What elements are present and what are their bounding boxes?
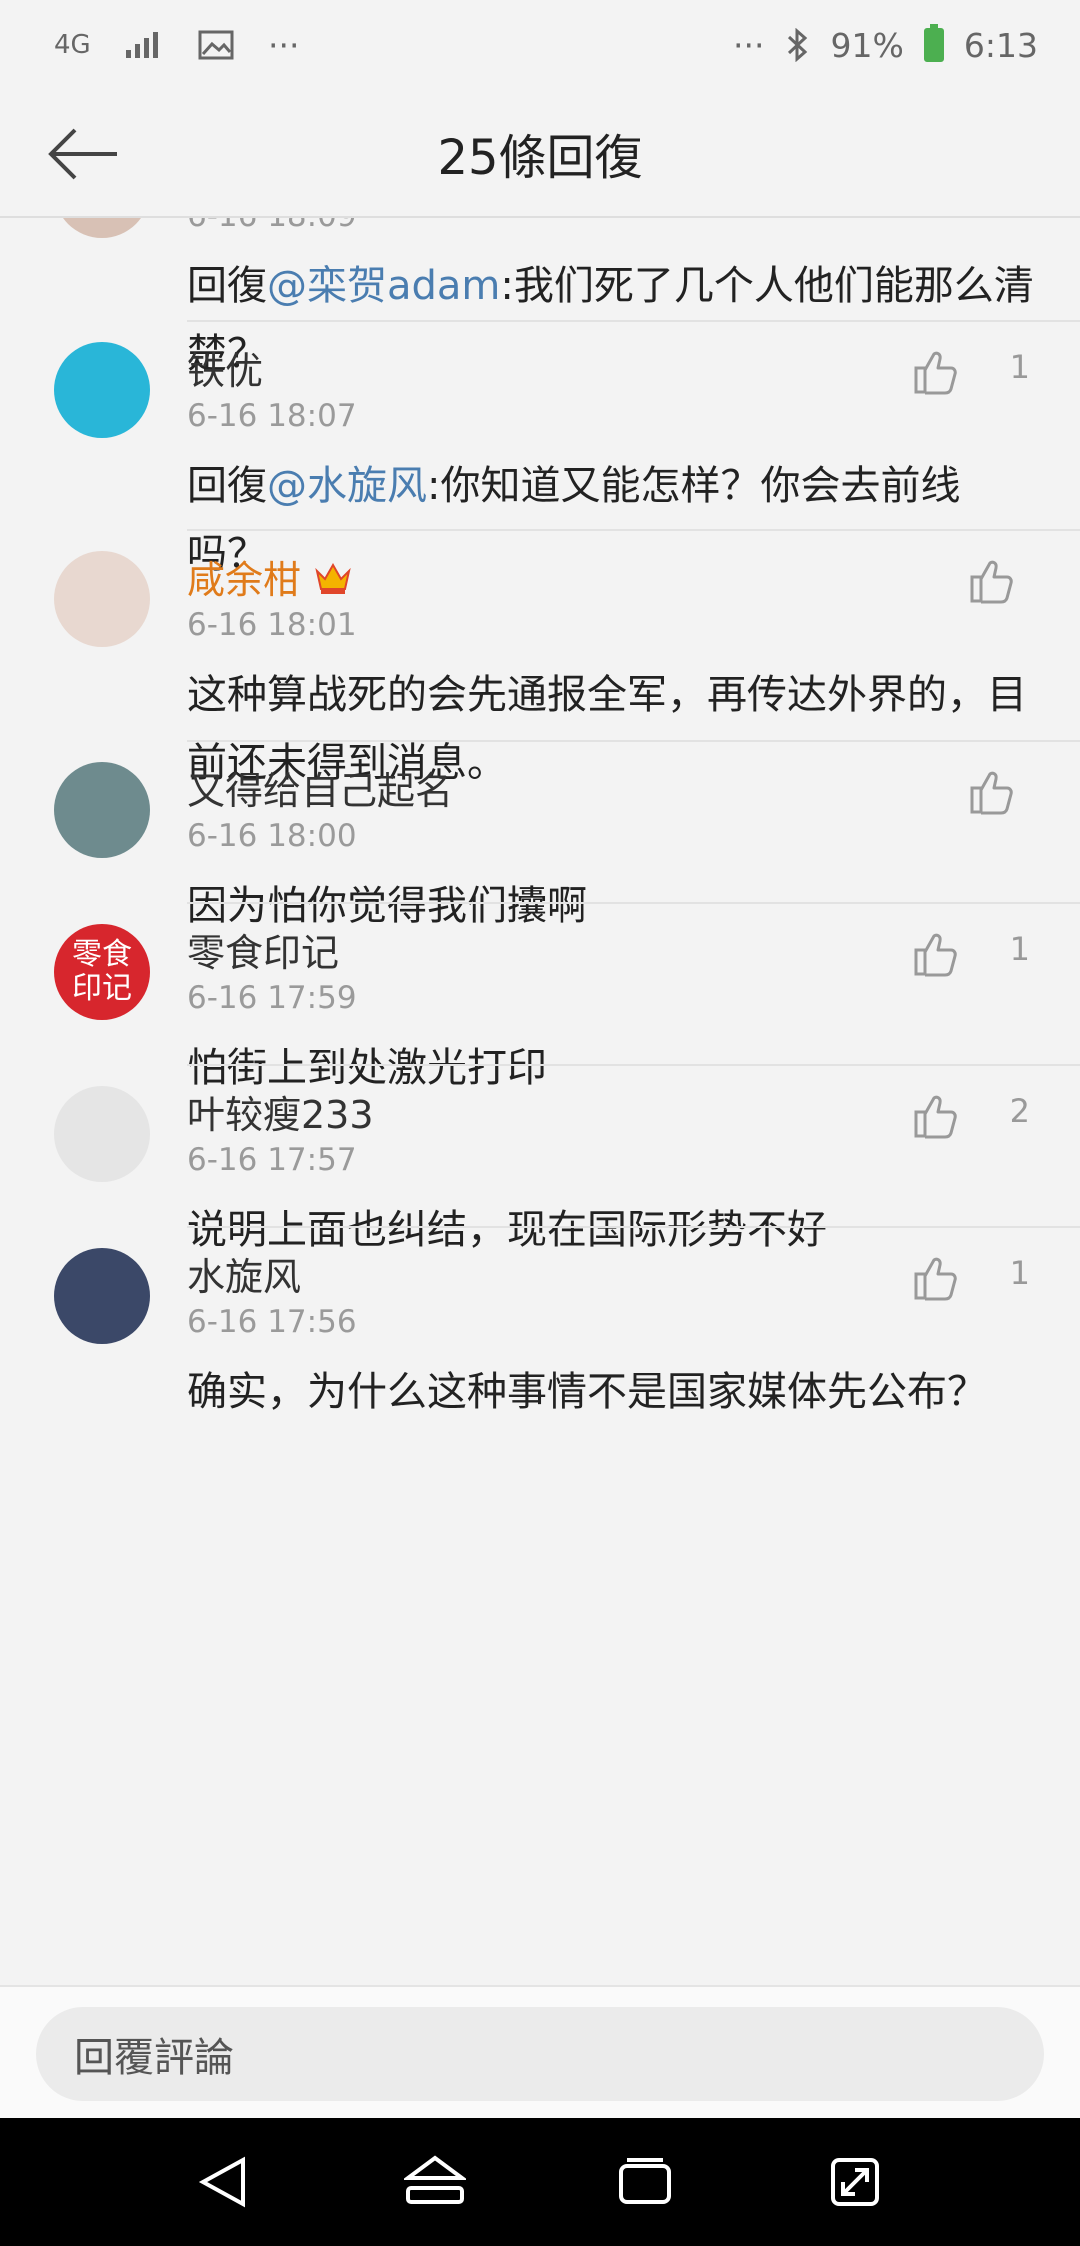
battery-icon — [923, 24, 944, 62]
clock: 6:13 — [963, 25, 1038, 65]
thumbs-up-icon[interactable] — [910, 1090, 962, 1142]
reply-bar: 回覆評論 — [0, 1985, 1080, 2118]
comment-author[interactable]: 零食印记 — [187, 922, 339, 977]
app-header: 25條回復 — [0, 90, 1080, 218]
avatar[interactable] — [54, 342, 150, 438]
comment-item[interactable]: 又得给自己起名 6-16 18:00 因为怕你觉得我们攮啊 — [0, 742, 1080, 929]
nav-back-button[interactable] — [185, 2142, 265, 2222]
like-count: 1 — [1009, 930, 1030, 968]
comment-author[interactable]: 咸余柑 — [187, 549, 353, 604]
status-bar-left: 4G ··· — [54, 26, 299, 65]
nav-home-button[interactable] — [395, 2142, 475, 2222]
comment-time: 6-16 17:59 — [187, 980, 357, 1016]
comment-author[interactable]: 又得给自己起名 — [187, 760, 453, 815]
status-bar-right: ··· 91% 6:13 — [733, 24, 1038, 65]
arrow-left-icon — [48, 128, 117, 180]
comment-item[interactable]: 咸余柑 6-16 18:01 这种算战死的会先通报全军，再传达外界的，目前还未得到… — [0, 531, 1080, 786]
recent-apps-icon — [619, 2158, 671, 2204]
bluetooth-icon — [787, 28, 807, 62]
like-count: 1 — [1009, 1254, 1030, 1292]
comment-time: 6-16 18:00 — [187, 818, 357, 854]
reply-placeholder: 回覆評論 — [74, 2035, 234, 2081]
like-count: 1 — [1009, 348, 1030, 386]
comment-time: 6-16 18:07 — [187, 398, 357, 434]
comment-item[interactable]: 零食 印记 零食印记 6-16 17:59 怕街上到处激光打印 1 — [0, 904, 1080, 1091]
thumbs-up-icon[interactable] — [910, 928, 962, 980]
avatar[interactable] — [54, 551, 150, 647]
expand-icon — [831, 2158, 879, 2206]
battery-percent: 91% — [830, 25, 904, 65]
thumbs-up-icon[interactable] — [910, 1252, 962, 1304]
comment-time: 6-16 17:56 — [187, 1304, 357, 1340]
thumbs-up-icon[interactable] — [910, 346, 962, 398]
thumbs-up-icon[interactable] — [966, 766, 1018, 818]
comment-author[interactable]: 水旋风 — [187, 1246, 301, 1301]
home-icon — [404, 2155, 466, 2204]
comment-time: 6-16 18:09 — [187, 218, 357, 234]
gallery-icon — [198, 30, 234, 60]
comment-item[interactable]: 叶较瘦233 6-16 17:57 说明上面也纠结，现在国际形势不好 2 — [0, 1066, 1080, 1253]
comment-item[interactable]: 铁优 6-16 18:07 回復@水旋风:你知道又能怎样？你会去前线吗？ 1 — [0, 322, 1080, 577]
avatar[interactable] — [54, 218, 150, 238]
reply-prefix: 回復 — [187, 263, 267, 309]
comment-time: 6-16 17:57 — [187, 1142, 357, 1178]
comment-author-label: 叶较瘦233 — [187, 1093, 374, 1137]
comment-text: 确实，为什么这种事情不是国家媒体先公布？ — [187, 1358, 1037, 1426]
comment-item[interactable]: 平步平醒1989166-16 18:09回復@栾贺adam:我们死了几个人他们能… — [0, 218, 1080, 377]
comment-item[interactable]: 水旋风 6-16 17:56 确实，为什么这种事情不是国家媒体先公布？ 1 — [0, 1228, 1080, 1418]
avatar[interactable]: 零食 印记 — [54, 924, 150, 1020]
comment-author-label: 又得给自己起名 — [187, 769, 454, 813]
mention-link[interactable]: @水旋风 — [267, 463, 427, 509]
comment-author-label: 水旋风 — [187, 1255, 302, 1299]
comment-list[interactable]: 平步平醒1989166-16 18:09回復@栾贺adam:我们死了几个人他们能… — [0, 218, 1080, 1985]
system-nav-bar — [0, 2118, 1080, 2246]
comment-time: 6-16 18:01 — [187, 607, 357, 643]
mention-link[interactable]: @栾贺adam — [267, 263, 500, 309]
status-dots-right: ··· — [733, 25, 765, 65]
thumbs-up-icon[interactable] — [966, 555, 1018, 607]
page-title: 25條回復 — [437, 130, 643, 186]
network-type: 4G — [54, 30, 91, 60]
comment-author[interactable]: 叶较瘦233 — [187, 1084, 374, 1139]
signal-icon — [126, 32, 158, 58]
reply-prefix: 回復 — [187, 463, 267, 509]
like-count: 2 — [1009, 1092, 1030, 1130]
crown-icon — [313, 558, 353, 602]
comment-author-label: 零食印记 — [187, 931, 340, 975]
comment-author-label: 咸余柑 — [187, 558, 302, 602]
status-bar: 4G ··· ··· 91% 6:13 — [0, 0, 1080, 90]
avatar[interactable] — [54, 762, 150, 858]
avatar[interactable] — [54, 1086, 150, 1182]
reply-input[interactable]: 回覆評論 — [36, 2007, 1044, 2101]
nav-recent-button[interactable] — [605, 2142, 685, 2222]
comment-author-label: 铁优 — [187, 349, 264, 393]
comment-author[interactable]: 铁优 — [187, 340, 263, 395]
back-button[interactable] — [40, 116, 124, 192]
status-dots-left: ··· — [268, 25, 300, 65]
triangle-back-icon — [198, 2156, 245, 2208]
nav-expand-button[interactable] — [815, 2142, 895, 2222]
avatar[interactable] — [54, 1248, 150, 1344]
comment-body: 确实，为什么这种事情不是国家媒体先公布？ — [187, 1369, 987, 1415]
